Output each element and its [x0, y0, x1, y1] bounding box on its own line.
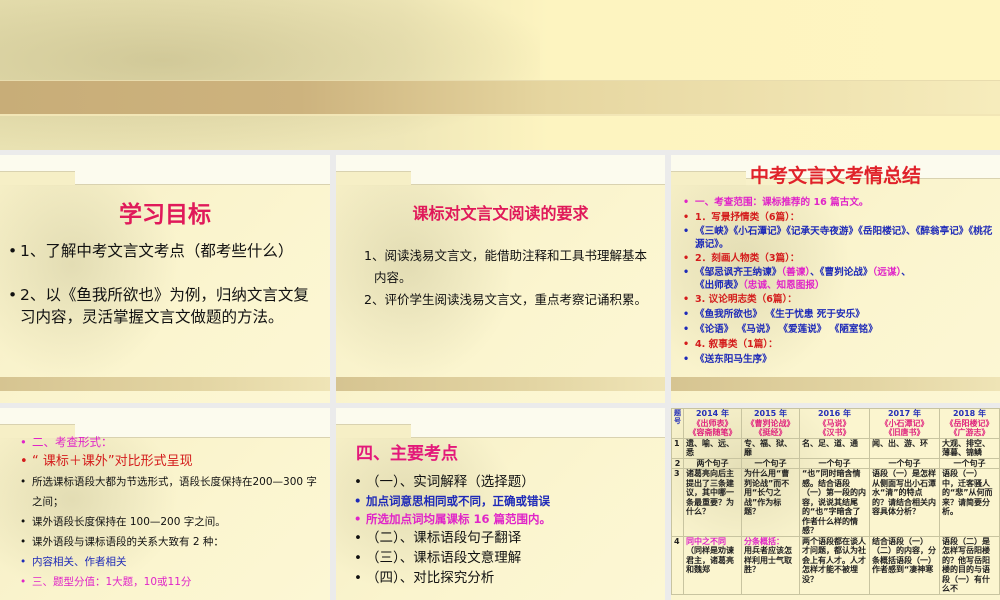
text: 《曹刿论战》: [746, 418, 795, 428]
category-heading: 2．刻画人物类（3篇）：: [683, 251, 994, 266]
text: 2015 年: [753, 409, 788, 418]
title: 《邹忌讽齐王纳谏》: [695, 267, 782, 278]
table-row: 4 同中之不同 （同样是劝谏君主，诸葛亮和魏郑 分条概括： 用兵者应该怎样利用士气取胜？…: [671, 535, 1000, 595]
text: 2017 年: [887, 409, 922, 418]
note: （忠诚、知恩图报）: [742, 280, 825, 291]
text: 《出师表》: [692, 418, 733, 428]
column-header-year: 2015 年《曹刿论战》 《挺经》: [741, 408, 800, 439]
slide-thumbnail-4[interactable]: 二、考查形式： “ 课标＋课外”对比形式呈现 所选课标语段大都为节选形式，语段长…: [0, 408, 330, 600]
text: 闻、出、游、环: [869, 437, 940, 459]
text: 《旧唐书》: [884, 428, 925, 437]
title-list: 《论语》 《马说》 《爱莲说》 《陋室铭》: [683, 322, 994, 337]
title: 《出师表》: [695, 280, 743, 291]
text: 遗、喻、远、悉: [683, 437, 742, 459]
score-heading: 三、题型分值：1大题，10或11分: [20, 572, 322, 592]
text: 《广游志》: [949, 428, 990, 437]
text: 3: [671, 468, 684, 537]
background-banner: [0, 0, 1000, 150]
form-item: 内容相关、作者相关: [20, 552, 322, 572]
slide-thumbnail-3[interactable]: 中考文言文考情总结 一、考查范围：课标推荐的 16 篇古文。 1．写景抒情类（6…: [671, 155, 1000, 403]
text: 《容斋随笔》: [688, 428, 737, 437]
text: 语段（一）是怎样从侧面写出小石潭水“清”的特点的？请结合相关内容具体分析？: [869, 468, 940, 537]
table-row: 3 诸葛亮向后主提出了三条建议，其中哪一条最重要？为什么？ 为什么用“曹刿论战”而不…: [671, 468, 1000, 537]
text: 2016 年: [817, 409, 852, 418]
category-heading: 4. 叙事类（1篇）：: [683, 337, 994, 352]
form-subheading: “ 课标＋课外”对比形式呈现: [20, 452, 322, 472]
form-item: 课外语段长度保持在 100—200 字之间。: [20, 512, 322, 532]
slide-thumbnail-5[interactable]: 四、主要考点 （一）、实词解释（选择题） 加点词意思相同或不同，正确或错误 所选…: [336, 408, 665, 600]
objective-item: 1、了解中考文言文考点（都考些什么）: [8, 240, 324, 262]
text: 2: [671, 457, 684, 469]
text: 语段（二）是怎样写岳阳楼的？他写岳阳楼的目的与语段（一）有什么不: [939, 535, 1000, 595]
table-row: 2 两个句子 一个句子 一个句子 一个句子 一个句子: [671, 457, 1000, 469]
table-row: 1 遗、喻、远、悉 专、福、狱、靡 名、足、道、通 闻、出、游、环 大观、排空、薄暮、锦鳞: [671, 437, 1000, 459]
text: 大观、排空、薄暮、锦鳞: [939, 437, 1000, 459]
text: 《小石潭记》: [880, 418, 929, 428]
text: 名、足、道、通: [799, 437, 870, 459]
text: 两个句子: [683, 457, 742, 469]
requirement-item: 2、评价学生阅读浅易文言文，重点考察记诵积累。: [364, 292, 647, 307]
key-point-detail: 加点词意思相同或不同，正确或错误: [354, 492, 659, 510]
key-point: （一）、实词解释（选择题）: [354, 472, 659, 492]
slide-thumbnail-6[interactable]: 题号 2014 年《出师表》 《容斋随笔》 2015 年《曹刿论战》 《挺经》 20…: [671, 408, 1000, 600]
text: 专、福、狱、靡: [741, 437, 800, 459]
text: 《挺经》: [754, 428, 787, 437]
requirement-item: 1、阅读浅易文言文，能借助注释和工具书理解基本内容。: [364, 248, 647, 285]
title: 、《曹刿论战》: [810, 267, 873, 278]
text: 一个句子: [741, 457, 800, 469]
title-list: 《三峡》《小石潭记》《记承天寺夜游》《岳阳楼记》、《醉翁亭记》《桃花源记》。: [683, 225, 994, 251]
form-heading: 二、考查形式：: [20, 432, 322, 452]
title-list: 《鱼我所欲也》 《生于忧患 死于安乐》: [683, 307, 994, 322]
text: 语段（一）中，迁客骚人的“悲”从何而来？请简要分析。: [939, 468, 1000, 537]
text: 《马说》: [818, 418, 851, 428]
objective-item: 2、以《鱼我所欲也》为例，归纳文言文复习内容，灵活掌握文言文做题的方法。: [8, 284, 324, 328]
exam-table: 题号 2014 年《出师表》 《容斋随笔》 2015 年《曹刿论战》 《挺经》 20…: [671, 408, 1000, 595]
slide-thumbnail-1[interactable]: 学习目标 1、了解中考文言文考点（都考些什么） 2、以《鱼我所欲也》为例，归纳文…: [0, 155, 330, 403]
text: 2018 年: [952, 409, 987, 418]
slide-title: 四、主要考点: [356, 444, 458, 464]
text: 结合语段（一）（二）的内容，分条概括语段（一）作者感到“凄神寒: [869, 535, 940, 595]
sep: 、: [901, 267, 911, 278]
column-header-number: 题号: [671, 408, 684, 439]
slide-title: 课标对文言文阅读的要求: [412, 204, 589, 223]
column-header-year: 2016 年《马说》 《汉书》: [799, 408, 870, 439]
text: 2014 年: [695, 409, 730, 418]
text: （同样是劝谏君主，诸葛亮和魏郑: [686, 546, 734, 574]
text: 4: [671, 535, 684, 595]
text: 1: [671, 437, 684, 459]
key-point: （二）、课标语段句子翻译: [354, 528, 659, 548]
title-list: 《邹忌讽齐王纳谏》（善谏）、《曹刿论战》（远谋）、《出师表》（忠诚、知恩图报）: [683, 266, 994, 292]
text: 分条概括：: [744, 536, 784, 546]
category-heading: 1．写景抒情类（6篇）：: [683, 210, 994, 225]
slide-title: 中考文言文考情总结: [749, 165, 921, 187]
note: （远谋）: [872, 267, 902, 278]
text: 两个语段都在谈人才问题，都认为社会上有人才。人才怎样才能不被埋没？: [799, 535, 870, 595]
category-heading: 3. 议论明志类（6篇）：: [683, 292, 994, 307]
slide-title: 学习目标: [119, 202, 211, 228]
key-point: （三）、课标语段文意理解: [354, 548, 659, 568]
column-header-year: 2014 年《出师表》 《容斋随笔》: [683, 408, 742, 439]
title-list: 《送东阳马生序》: [683, 352, 994, 367]
text: 用兵者应该怎样利用士气取胜？: [744, 546, 792, 574]
scope-heading: 一、考查范围：课标推荐的 16 篇古文。: [683, 195, 994, 210]
slide-thumbnail-2[interactable]: 课标对文言文阅读的要求 1、阅读浅易文言文，能借助注释和工具书理解基本内容。 2…: [336, 155, 665, 403]
text: 一个句子: [939, 457, 1000, 469]
text: 《岳阳楼记》: [945, 418, 994, 428]
column-header-year: 2017 年《小石潭记》 《旧唐书》: [869, 408, 940, 439]
text: 为什么用“曹刿论战”而不用“长勺之战”作为标题？: [741, 468, 800, 537]
key-point: （四）、对比探究分析: [354, 568, 659, 588]
text: “也”同时暗含情感。结合语段（一）第一段的内容，说说其结尾的“也”字暗含了作者什…: [799, 468, 870, 537]
table-header-row: 题号 2014 年《出师表》 《容斋随笔》 2015 年《曹刿论战》 《挺经》 20…: [671, 408, 1000, 439]
key-point-detail: 所选加点词均属课标 16 篇范围内。: [354, 510, 659, 528]
column-header-year: 2018 年《岳阳楼记》 《广游志》: [939, 408, 1000, 439]
form-item: 所选课标语段大都为节选形式，语段长度保持在200—300 字之间；: [20, 472, 322, 512]
text: 《汉书》: [818, 428, 851, 437]
text: 一个句子: [799, 457, 870, 469]
form-item: 课外语段与课标语段的关系大致有 2 种：: [20, 532, 322, 552]
text: 诸葛亮向后主提出了三条建议，其中哪一条最重要？为什么？: [683, 468, 742, 537]
text: 一个句子: [869, 457, 940, 469]
note: （善谏）: [781, 267, 811, 278]
text: 同中之不同: [686, 536, 726, 546]
